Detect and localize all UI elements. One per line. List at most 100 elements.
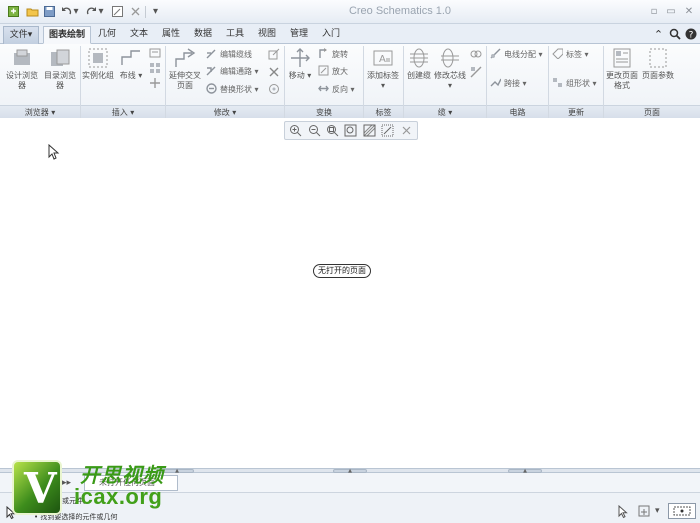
- tab-text[interactable]: 文本: [123, 26, 155, 44]
- modify-core-label: 修改芯线: [434, 71, 466, 80]
- tag-icon: [552, 48, 563, 59]
- zoom-out-icon[interactable]: [306, 123, 321, 138]
- terminal-icon[interactable]: [149, 62, 161, 74]
- cable-connect-icon[interactable]: [470, 48, 482, 60]
- customize-toolbar-icon[interactable]: ▾: [148, 4, 163, 19]
- title-bar: ▾ ▾ ▾ Creo Schematics 1.0 ▫ ▭ ✕: [0, 0, 700, 24]
- group-label-circuit: 电路: [487, 105, 548, 118]
- reverse-button[interactable]: 反向 ▾: [318, 83, 355, 96]
- change-page-format-label: 更改页面: [606, 71, 638, 80]
- new-icon[interactable]: [6, 4, 21, 19]
- zoom-window-icon[interactable]: [325, 123, 340, 138]
- edit-icon[interactable]: [268, 48, 280, 60]
- selection-filter[interactable]: [668, 503, 696, 519]
- page-nav-arrow-icon[interactable]: ▸▸: [62, 478, 71, 488]
- edit-path-button[interactable]: 编辑通路 ▾: [206, 65, 259, 78]
- delete-icon[interactable]: [268, 66, 280, 78]
- replace-shape-button[interactable]: 替换形状 ▾: [206, 83, 259, 96]
- select-mode-icon[interactable]: [618, 505, 630, 519]
- close-toolbar-icon[interactable]: [399, 123, 414, 138]
- cable-edit-icon[interactable]: [470, 66, 482, 78]
- close-window-icon[interactable]: [128, 4, 143, 19]
- create-cable-icon: [410, 48, 428, 68]
- move-button[interactable]: 移动 ▾: [286, 47, 314, 81]
- tab-schematic[interactable]: 图表绘制: [43, 26, 91, 44]
- group-label-insert[interactable]: 插入 ▾: [81, 105, 165, 118]
- tab-data[interactable]: 数据: [187, 26, 219, 44]
- edit-path-icon: [206, 66, 216, 76]
- design-browser-button[interactable]: 设计浏览器: [4, 47, 40, 91]
- edit-wire-icon: [206, 49, 216, 59]
- graphics-area[interactable]: 无打开的页面: [0, 118, 700, 468]
- jumper-label: 跨接: [504, 79, 520, 88]
- connector-icon[interactable]: [149, 47, 161, 59]
- splice-icon[interactable]: [149, 77, 161, 89]
- edit-wire-button[interactable]: 编辑缆线: [206, 48, 252, 61]
- close-icon[interactable]: ✕: [682, 5, 696, 18]
- group-label-cable[interactable]: 缆 ▾: [404, 105, 486, 118]
- instantiate-label: 实例化组: [82, 71, 114, 80]
- add-label-label: 添加标签: [367, 71, 399, 80]
- zoom-in-icon[interactable]: [288, 123, 303, 138]
- instantiate-button[interactable]: 实例化组: [82, 47, 114, 81]
- tab-view[interactable]: 视图: [251, 26, 283, 44]
- catalog-browser-label-2: 器: [56, 81, 64, 90]
- group-labels-text: 标签: [375, 108, 392, 117]
- tab-file[interactable]: 文件▾: [3, 26, 39, 44]
- create-cable-button[interactable]: 创建缆: [404, 47, 434, 81]
- help-icon[interactable]: ?: [684, 28, 697, 41]
- design-browser-icon: [14, 49, 30, 65]
- tab-properties[interactable]: 属性: [155, 26, 187, 44]
- wire-button[interactable]: 布线 ▾: [116, 47, 146, 81]
- jumper-icon: [490, 78, 501, 87]
- redo-dropdown-icon[interactable]: ▾: [97, 4, 105, 19]
- dotted-grid-icon[interactable]: [380, 123, 395, 138]
- tag-button[interactable]: 标签 ▾: [552, 48, 589, 61]
- catalog-browser-button[interactable]: 目录浏览器: [42, 47, 78, 91]
- group-browser-text: 浏览器: [24, 108, 49, 117]
- rotate-button[interactable]: 旋转: [318, 48, 348, 61]
- modify-core-icon: [441, 48, 459, 68]
- replace-shape-label: 替换形状: [220, 85, 252, 94]
- change-page-format-label-2: 格式: [614, 81, 630, 90]
- modify-core-button[interactable]: 修改芯线 ▾: [434, 47, 466, 91]
- group-label-browser[interactable]: 浏览器 ▾: [0, 105, 80, 118]
- wire-assign-button[interactable]: 电线分配 ▾: [490, 48, 543, 61]
- edit-wire-label: 编辑缆线: [220, 50, 252, 59]
- undo-dropdown-icon[interactable]: ▾: [72, 4, 80, 19]
- search-icon[interactable]: [668, 28, 681, 41]
- refit-icon[interactable]: [343, 123, 358, 138]
- smart-select-icon: [673, 506, 691, 516]
- grid-icon[interactable]: [362, 123, 377, 138]
- tab-getting-started[interactable]: 入门: [315, 26, 347, 44]
- group-label-modify[interactable]: 修改 ▾: [166, 105, 284, 118]
- group-label-update: 更新: [549, 105, 603, 118]
- open-folder-icon[interactable]: [25, 4, 40, 19]
- collapse-ribbon-icon[interactable]: ⌃: [652, 28, 665, 41]
- properties-icon[interactable]: [268, 83, 280, 95]
- tab-manage[interactable]: 管理: [283, 26, 315, 44]
- group-update-text: 更新: [568, 108, 584, 117]
- group-shape-button[interactable]: 组形状 ▾: [552, 77, 597, 90]
- extend-cross-page-icon: [175, 48, 196, 67]
- mouse-cursor-icon: [48, 144, 60, 160]
- chevron-down-icon: ▾: [448, 108, 453, 117]
- extend-cross-page-button[interactable]: 延伸交叉 页面: [166, 47, 204, 91]
- page-params-button[interactable]: 页面参数: [640, 47, 676, 81]
- save-icon[interactable]: [42, 4, 57, 19]
- zoom-in-button[interactable]: 放大: [318, 65, 348, 78]
- tab-geometry[interactable]: 几何: [91, 26, 123, 44]
- jumper-button[interactable]: 跨接 ▾: [490, 77, 527, 90]
- tab-tools[interactable]: 工具: [219, 26, 251, 44]
- restore-icon[interactable]: ▭: [664, 5, 678, 18]
- group-page-text: 页面: [644, 108, 660, 117]
- tab-file-label: 文件: [9, 30, 28, 40]
- filter-dropdown-icon[interactable]: ▾: [655, 506, 660, 516]
- filter-icon[interactable]: [638, 505, 654, 519]
- minimize-icon[interactable]: ▫: [647, 5, 661, 18]
- chevron-down-icon: ▾: [232, 108, 237, 117]
- move-label: 移动: [288, 71, 305, 80]
- change-page-format-button[interactable]: 更改页面 格式: [604, 47, 640, 91]
- add-label-button[interactable]: A 添加标签 ▾: [365, 47, 401, 91]
- regenerate-icon[interactable]: [110, 4, 125, 19]
